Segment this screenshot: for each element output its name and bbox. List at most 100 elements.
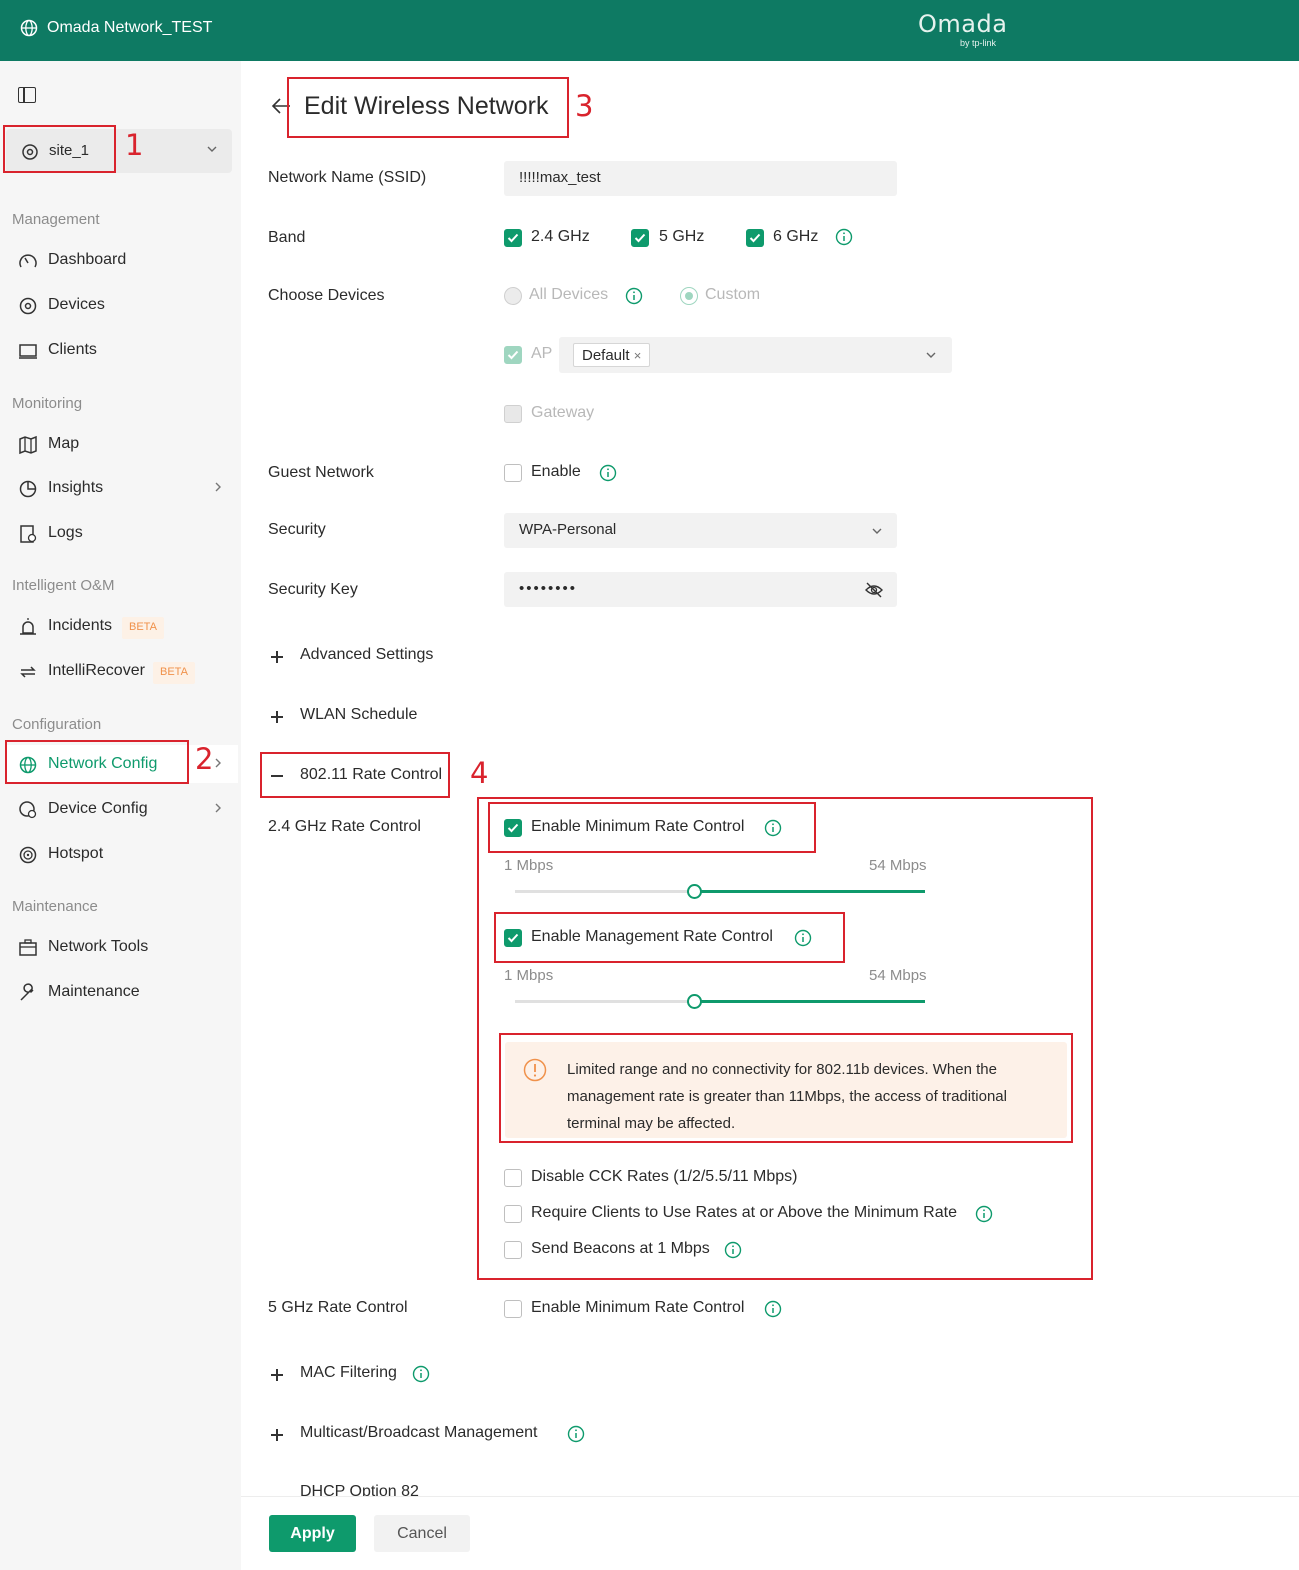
- sidebar-item-clients[interactable]: Clients: [0, 331, 241, 369]
- ssid-input[interactable]: !!!!!max_test: [504, 161, 897, 196]
- security-value: WPA-Personal: [519, 521, 617, 538]
- cancel-button[interactable]: Cancel: [374, 1515, 470, 1552]
- checkmark-icon: [634, 233, 646, 243]
- ssid-value: !!!!!max_test: [519, 169, 601, 186]
- multicast-toggle[interactable]: Multicast/Broadcast Management: [300, 1424, 537, 1442]
- band-6-label: 6 GHz: [773, 228, 819, 245]
- band-24-checkbox[interactable]: [504, 229, 522, 247]
- beta-badge: BETA: [153, 662, 195, 684]
- sidebar-item-logs[interactable]: Logs: [0, 514, 241, 552]
- band-label: Band: [268, 229, 306, 246]
- info-icon[interactable]: [412, 1365, 430, 1383]
- section-management: Management: [12, 211, 100, 228]
- dhcp-option-toggle[interactable]: DHCP Option 82: [300, 1483, 419, 1496]
- info-icon[interactable]: [599, 464, 617, 482]
- sidebar-item-incidents[interactable]: Incidents BETA: [0, 607, 241, 645]
- min-rate-5-label: Enable Minimum Rate Control: [531, 1299, 745, 1316]
- sidebar-item-hotspot[interactable]: Hotspot: [0, 835, 241, 873]
- section-monitoring: Monitoring: [12, 395, 83, 412]
- all-devices-radio[interactable]: [504, 287, 522, 305]
- section-configuration: Configuration: [12, 716, 102, 733]
- band-5-checkbox[interactable]: [631, 229, 649, 247]
- guest-enable-checkbox[interactable]: [504, 464, 522, 482]
- annotation-box: [5, 740, 189, 784]
- custom-radio[interactable]: [680, 287, 698, 305]
- mac-filtering-toggle[interactable]: MAC Filtering: [300, 1364, 397, 1382]
- sidebar-item-label: Incidents: [48, 617, 113, 634]
- sidebar: site_1 Management Dashboard Devices Clie…: [0, 61, 241, 1570]
- ap-label: AP: [531, 345, 553, 362]
- security-key-value: ••••••••: [519, 580, 578, 597]
- brand-name: Omada: [918, 10, 1008, 38]
- guest-network-label: Guest Network: [268, 464, 374, 481]
- apply-button[interactable]: Apply: [269, 1515, 356, 1552]
- clients-icon: [19, 344, 37, 359]
- section-maintenance: Maintenance: [12, 898, 98, 915]
- sidebar-item-intellirecover[interactable]: IntelliRecover BETA: [0, 652, 241, 690]
- sidebar-item-label: Hotspot: [48, 845, 104, 862]
- expand-icon[interactable]: [270, 1428, 284, 1442]
- brand-sub: by tp-link: [960, 38, 997, 48]
- logs-icon: [20, 525, 37, 543]
- sidebar-item-label: Clients: [48, 341, 97, 358]
- ap-tag-label: Default: [582, 347, 630, 364]
- wlan-schedule-toggle[interactable]: WLAN Schedule: [300, 706, 417, 724]
- info-icon[interactable]: [764, 1300, 782, 1318]
- annotation-box: [499, 1033, 1073, 1143]
- sidebar-item-dashboard[interactable]: Dashboard: [0, 241, 241, 279]
- recover-icon: [20, 666, 36, 678]
- choose-devices-label: Choose Devices: [268, 287, 385, 304]
- expand-icon[interactable]: [270, 650, 284, 664]
- omada-logo: Omada by tp-link: [918, 10, 1008, 48]
- sidebar-item-insights[interactable]: Insights: [0, 469, 241, 507]
- expand-icon[interactable]: [270, 710, 284, 724]
- sidebar-item-label: Device Config: [48, 800, 148, 817]
- security-key-input[interactable]: ••••••••: [504, 572, 897, 607]
- chevron-right-icon: [215, 758, 221, 768]
- network-selector[interactable]: Omada Network_TEST: [20, 19, 212, 37]
- annotation-box: [494, 912, 845, 963]
- close-icon[interactable]: ×: [634, 348, 642, 363]
- rate-5-label: 5 GHz Rate Control: [268, 1299, 408, 1316]
- ap-select[interactable]: Default ×: [559, 337, 952, 373]
- advanced-settings-toggle[interactable]: Advanced Settings: [300, 646, 433, 664]
- ssid-label: Network Name (SSID): [268, 169, 427, 186]
- sidebar-item-label: Maintenance: [48, 983, 140, 1000]
- sidebar-item-device-config[interactable]: Device Config: [0, 790, 241, 828]
- expand-icon[interactable]: [270, 1368, 284, 1382]
- band-6-checkbox[interactable]: [746, 229, 764, 247]
- sidebar-item-label: Dashboard: [48, 251, 127, 268]
- gateway-checkbox[interactable]: [504, 405, 522, 423]
- band-24-label: 2.4 GHz: [531, 228, 590, 245]
- beta-badge: BETA: [122, 617, 164, 639]
- annotation-number: 4: [470, 756, 489, 790]
- alarm-icon: [20, 618, 36, 635]
- annotation-box: [488, 802, 816, 853]
- eye-hidden-icon[interactable]: [864, 581, 884, 599]
- chevron-right-icon: [215, 482, 221, 492]
- sidebar-item-maintenance[interactable]: Maintenance: [0, 973, 241, 1011]
- info-icon[interactable]: [625, 287, 643, 305]
- map-icon: [19, 435, 37, 455]
- sidebar-item-label: Map: [48, 435, 80, 452]
- gateway-label: Gateway: [531, 404, 595, 421]
- min-rate-5-checkbox[interactable]: [504, 1300, 522, 1318]
- annotation-box: [3, 125, 116, 173]
- toolbox-icon: [19, 939, 37, 956]
- sidebar-item-map[interactable]: Map: [0, 425, 241, 463]
- rate-24-label: 2.4 GHz Rate Control: [268, 818, 421, 835]
- chevron-right-icon: [215, 803, 221, 813]
- security-select[interactable]: WPA-Personal: [504, 513, 897, 548]
- ap-tag: Default ×: [573, 343, 651, 367]
- sidebar-item-label: IntelliRecover: [48, 662, 145, 679]
- sidebar-item-devices[interactable]: Devices: [0, 286, 241, 324]
- ap-checkbox[interactable]: [504, 346, 522, 364]
- band-5-label: 5 GHz: [659, 228, 705, 245]
- device-config-icon: [19, 801, 37, 819]
- chevron-down-icon: [872, 528, 882, 534]
- info-icon[interactable]: [835, 228, 853, 246]
- sidebar-item-network-tools[interactable]: Network Tools: [0, 928, 241, 966]
- info-icon[interactable]: [567, 1425, 585, 1443]
- sidebar-toggle-icon[interactable]: [18, 87, 36, 103]
- security-key-label: Security Key: [268, 581, 358, 598]
